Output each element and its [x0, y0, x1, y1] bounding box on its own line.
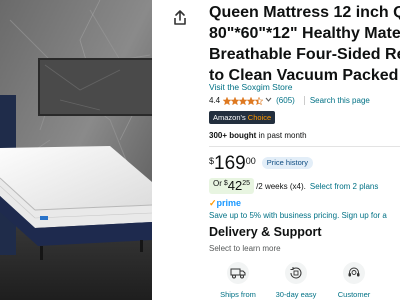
prime-label: prime	[216, 198, 242, 208]
bought-bold: 300+ bought	[209, 131, 257, 140]
title-line: Queen Mattress 12 inch Que	[209, 4, 400, 21]
delivery-subtext: Select to learn more	[209, 244, 281, 253]
plan-price-pill: Or $ 42 25	[209, 178, 255, 194]
bought-count: 300+ bought in past month	[209, 131, 307, 140]
checkmark-icon: ✓	[209, 198, 217, 208]
bought-rest: in past month	[256, 131, 307, 140]
feature-returns[interactable]: 30-day easy	[271, 262, 321, 299]
price-fraction: 00	[245, 156, 256, 166]
star-icon	[247, 96, 256, 105]
star-icon	[239, 96, 248, 105]
plan-amount: 42	[227, 178, 243, 193]
price-history-button[interactable]: Price history	[261, 157, 313, 169]
title-line: Breathable Four-Sided Reinfo	[209, 46, 400, 63]
review-count-link[interactable]: (605)	[276, 96, 295, 105]
divider	[303, 96, 305, 105]
select-plans-link[interactable]: Select from 2 plans	[310, 182, 378, 191]
price: $ 169 00 Price history	[209, 154, 313, 174]
section-divider	[209, 146, 400, 147]
feature-label: Ships from	[220, 290, 256, 299]
badge-prefix: Amazon's	[213, 113, 246, 122]
plan-period: /2 weeks (x4).	[256, 181, 306, 191]
prime-badge: ✓prime	[209, 198, 241, 209]
product-image[interactable]	[0, 0, 152, 300]
plan-fraction: 25	[242, 180, 251, 187]
price-whole: 169	[214, 153, 246, 174]
return-box-icon	[285, 262, 307, 284]
product-title: Queen Mattress 12 inch Que 80"*60"*12" H…	[209, 2, 400, 86]
amazons-choice-badge[interactable]: Amazon's Choice	[209, 111, 276, 124]
headset-icon	[343, 262, 365, 284]
feature-label: 30-day easy	[275, 290, 317, 299]
truck-icon	[227, 262, 249, 284]
star-icon	[223, 96, 232, 105]
delivery-heading: Delivery & Support	[209, 225, 322, 239]
chevron-down-icon[interactable]	[265, 96, 272, 105]
plan-or: Or	[213, 179, 222, 188]
badge-highlight: Choice	[247, 113, 272, 122]
search-page-link[interactable]: Search this page	[310, 96, 370, 105]
title-line: 80"*60"*12" Healthy Materia	[209, 25, 400, 42]
product-info: Queen Mattress 12 inch Que 80"*60"*12" H…	[209, 0, 400, 300]
feature-label: Customer	[337, 290, 371, 299]
business-pricing-link[interactable]: Save up to 5% with business pricing. Sig…	[209, 211, 387, 220]
mattress-photo	[0, 0, 152, 300]
feature-ships-from[interactable]: Ships from	[213, 262, 263, 299]
star-icon	[231, 96, 240, 105]
feature-customer[interactable]: Customer	[329, 262, 379, 299]
payment-plan: Or $ 42 25 /2 weeks (x4). Select from 2 …	[209, 178, 378, 194]
share-icon[interactable]	[170, 8, 190, 28]
star-icon	[255, 96, 264, 105]
rating-value: 4.4	[209, 96, 221, 105]
rating-row: 4.4 (605) Search this page	[209, 96, 370, 105]
store-link[interactable]: Visit the Soxgim Store	[209, 82, 292, 92]
star-rating[interactable]	[223, 96, 264, 105]
